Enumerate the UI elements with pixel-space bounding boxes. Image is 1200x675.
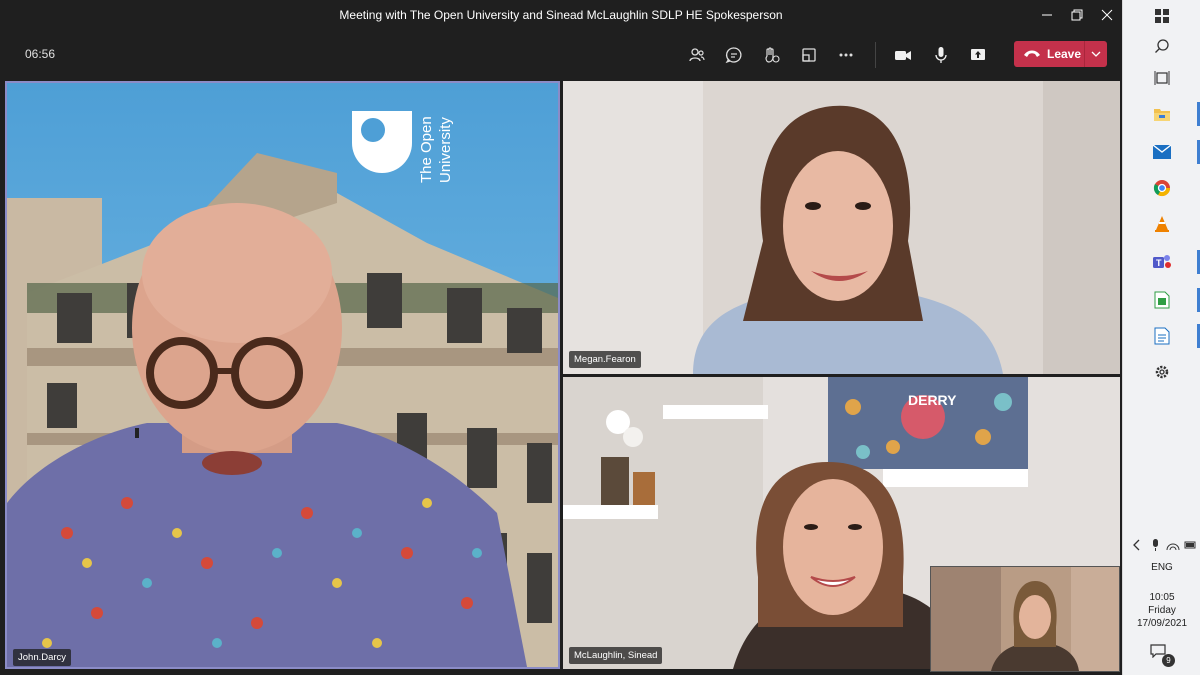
camera-button[interactable] xyxy=(891,43,915,67)
microphone-icon xyxy=(935,47,947,63)
people-icon xyxy=(689,48,705,62)
camera-icon xyxy=(895,51,911,60)
notification-count-badge: 9 xyxy=(1162,654,1175,667)
notifications-button[interactable]: 9 xyxy=(1150,644,1175,668)
svg-text:T: T xyxy=(1156,258,1162,268)
leave-button[interactable]: Leave xyxy=(1014,41,1084,67)
task-view-icon xyxy=(1154,71,1170,85)
meeting-timer: 06:56 xyxy=(25,47,56,61)
participant-name-sinead: McLaughlin, Sinead xyxy=(569,647,663,664)
system-tray xyxy=(1131,538,1197,552)
vlc-icon xyxy=(1155,216,1169,232)
task-view-button[interactable] xyxy=(1150,66,1174,90)
teams-icon: T xyxy=(1153,255,1171,268)
taskbar-settings[interactable] xyxy=(1150,360,1174,384)
clock-time[interactable]: 10:05 xyxy=(1123,592,1200,603)
spreadsheet-icon xyxy=(1154,291,1170,309)
microphone-icon xyxy=(1153,539,1158,547)
more-icon xyxy=(839,53,853,57)
share-icon xyxy=(971,49,985,60)
input-language[interactable]: ENG xyxy=(1123,562,1200,573)
taskbar-vlc[interactable] xyxy=(1150,212,1174,236)
search-button[interactable] xyxy=(1150,34,1174,58)
poster-text: DERRY xyxy=(908,392,957,408)
taskbar-document[interactable] xyxy=(1150,324,1174,348)
video-feed: The Open University xyxy=(7,83,558,667)
video-feed xyxy=(563,81,1120,374)
hang-up-icon xyxy=(1024,50,1040,57)
screen: Meeting with The Open University and Sin… xyxy=(0,0,1200,675)
meeting-toolbar: 06:56 Leave xyxy=(0,30,1122,80)
taskbar-spreadsheet[interactable] xyxy=(1150,288,1174,312)
open-university-logo-text-2: University xyxy=(437,117,454,183)
self-video-feed xyxy=(931,567,1119,671)
document-icon xyxy=(1154,327,1170,345)
clock-date[interactable]: 17/09/2021 xyxy=(1123,618,1200,629)
minimize-button[interactable] xyxy=(1032,0,1062,30)
taskbar-file-explorer[interactable] xyxy=(1150,102,1174,126)
microphone-button[interactable] xyxy=(929,43,953,67)
windows-start-icon xyxy=(1155,9,1169,23)
leave-label: Leave xyxy=(1047,47,1082,61)
reactions-icon xyxy=(765,47,780,63)
title-bar: Meeting with The Open University and Sin… xyxy=(0,0,1122,30)
tray-icons xyxy=(1133,539,1196,551)
chat-button[interactable] xyxy=(722,43,746,67)
taskbar-mail[interactable] xyxy=(1150,140,1174,164)
chevron-left-icon xyxy=(1133,539,1140,551)
toolbar-divider xyxy=(875,42,876,68)
start-button[interactable] xyxy=(1150,4,1174,28)
restore-button[interactable] xyxy=(1062,0,1092,30)
video-tile-john-darcy[interactable]: The Open University John.Darcy xyxy=(5,81,560,669)
chat-icon xyxy=(725,47,742,64)
more-actions-button[interactable] xyxy=(834,43,858,67)
participants-button[interactable] xyxy=(685,43,709,67)
breakout-rooms-button[interactable] xyxy=(797,43,821,67)
teams-meeting-window: Meeting with The Open University and Sin… xyxy=(0,0,1122,675)
minimize-icon xyxy=(1042,14,1052,16)
file-explorer-icon xyxy=(1154,109,1170,121)
open-university-logo-text-1: The Open xyxy=(418,116,435,183)
participant-name-megan: Megan.Fearon xyxy=(569,351,641,368)
share-screen-button[interactable] xyxy=(966,43,990,67)
search-icon xyxy=(1155,39,1169,53)
mail-icon xyxy=(1153,145,1171,159)
clock-day[interactable]: Friday xyxy=(1123,605,1200,616)
taskbar-teams[interactable]: T xyxy=(1150,250,1174,274)
reactions-button[interactable] xyxy=(759,43,783,67)
restore-icon xyxy=(1071,9,1083,21)
chrome-icon xyxy=(1153,180,1171,197)
rooms-icon xyxy=(802,48,816,62)
self-view-preview[interactable] xyxy=(930,566,1120,672)
window-title: Meeting with The Open University and Sin… xyxy=(339,8,783,22)
settings-icon xyxy=(1155,365,1169,379)
close-button[interactable] xyxy=(1092,0,1122,30)
close-icon xyxy=(1101,9,1113,21)
chevron-down-icon xyxy=(1091,51,1101,57)
windows-taskbar: T ENG 10:05 Friday 17/09/2021 9 xyxy=(1122,0,1200,675)
taskbar-chrome[interactable] xyxy=(1150,176,1174,200)
leave-options-button[interactable] xyxy=(1084,41,1107,67)
participant-name-john: John.Darcy xyxy=(13,649,72,666)
video-tile-megan-fearon[interactable]: Megan.Fearon xyxy=(563,81,1120,374)
leave-button-group: Leave xyxy=(1014,41,1107,67)
